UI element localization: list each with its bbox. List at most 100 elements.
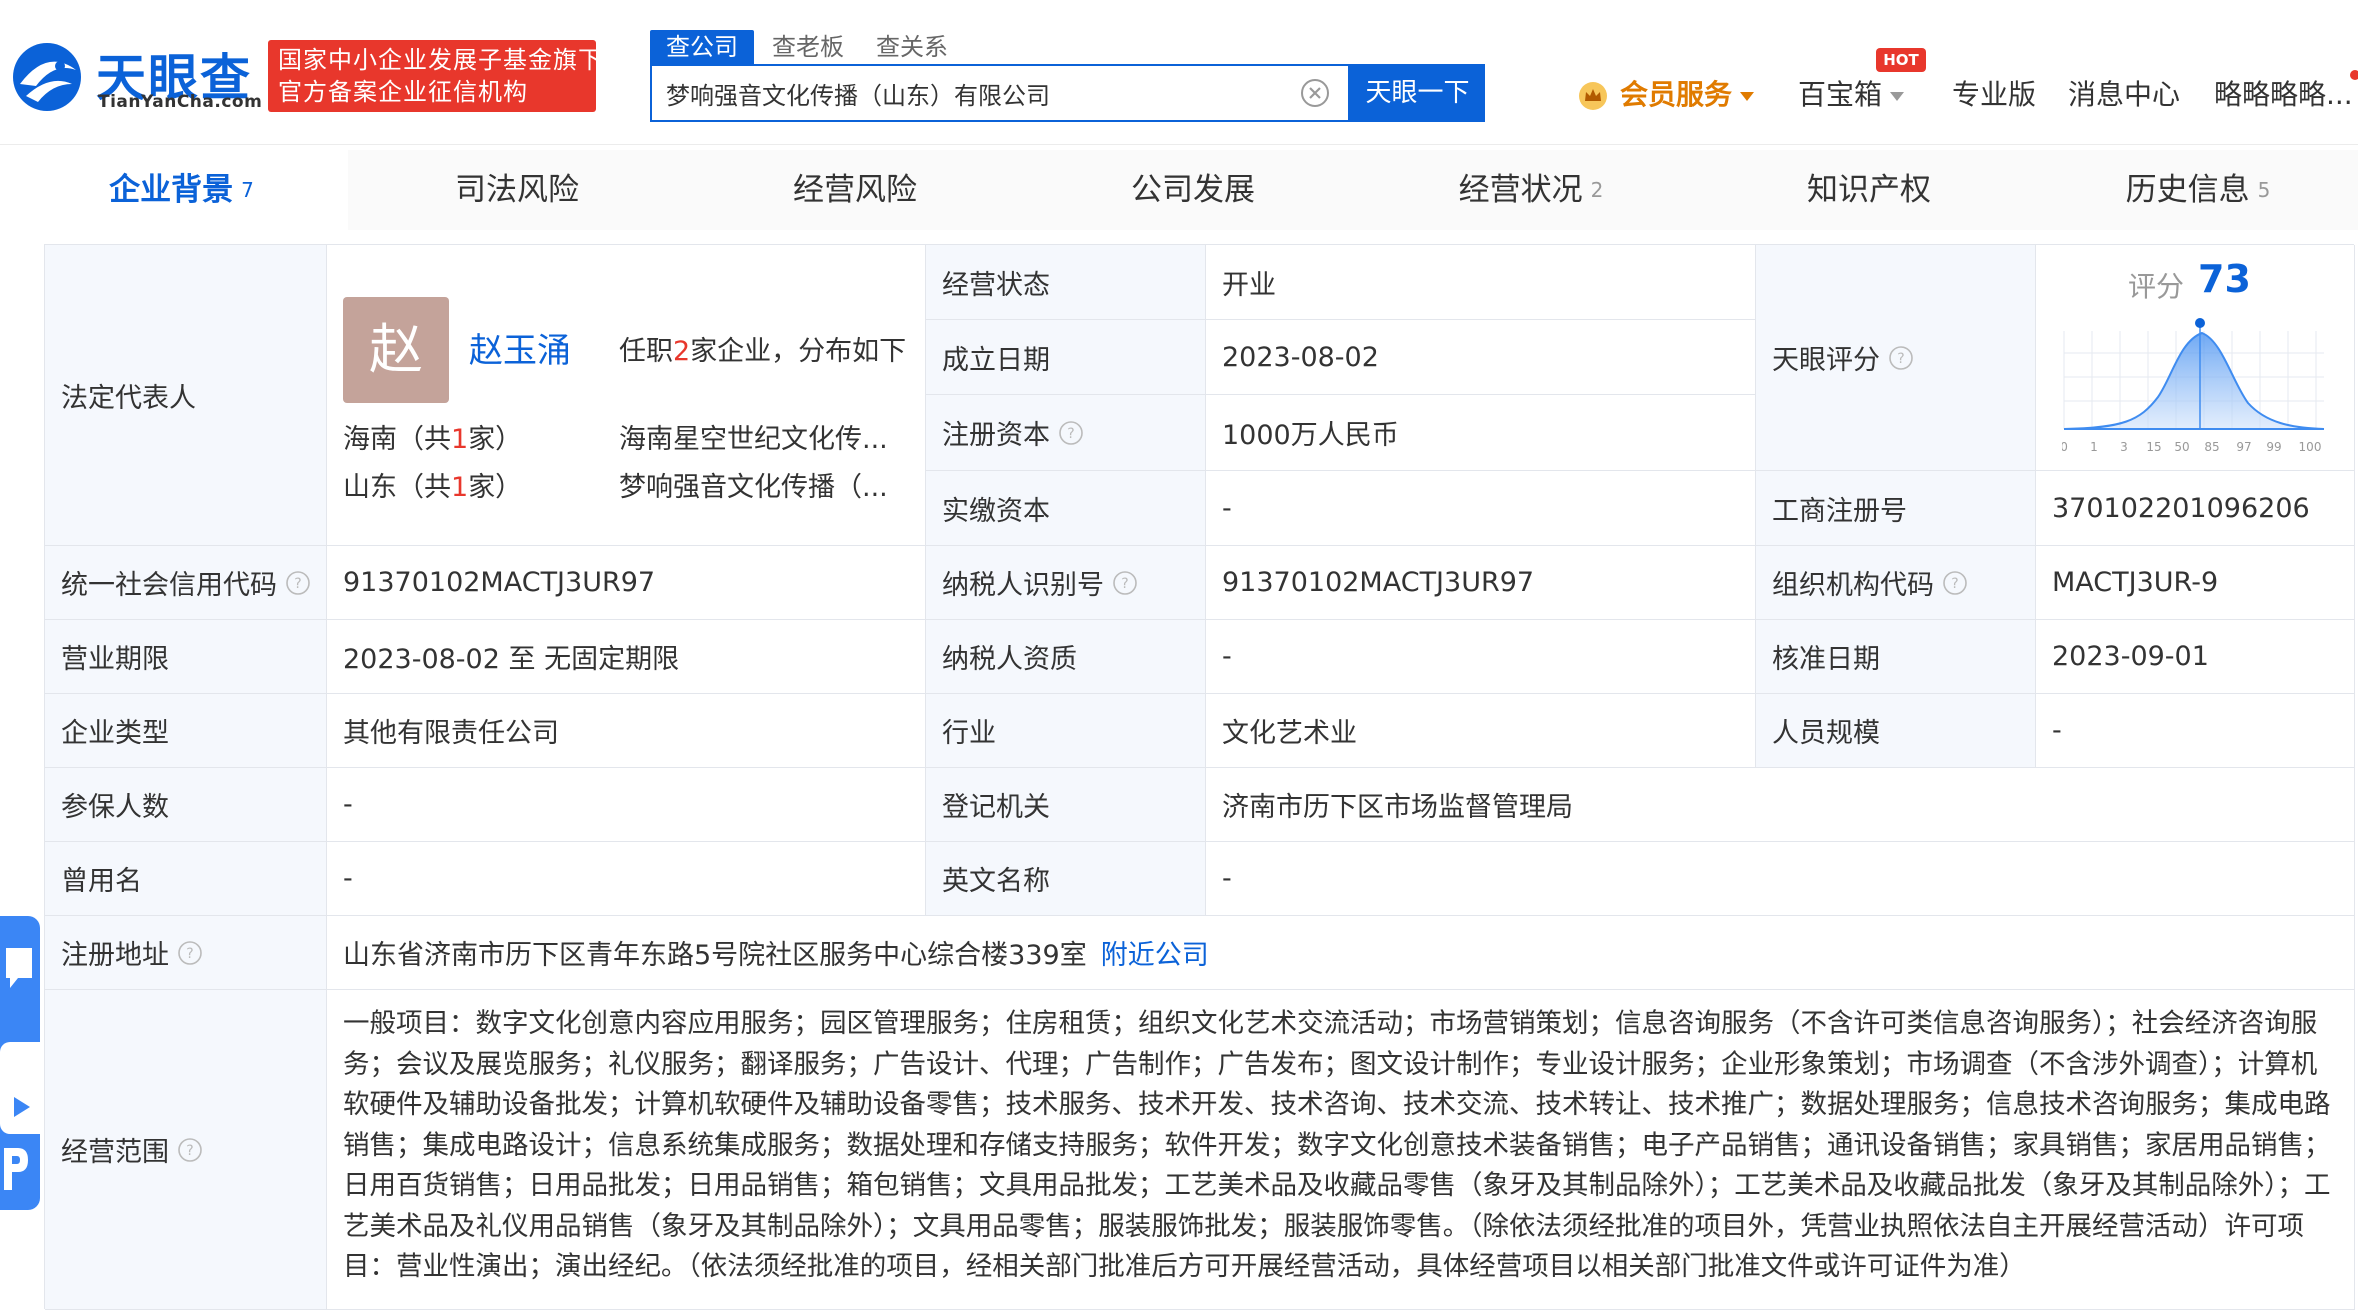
note-prefix: 任职 [619,336,673,367]
badge-line-1: 国家中小企业发展子基金旗下 [278,46,603,74]
help-icon[interactable]: ? [285,570,311,596]
tab-history-info[interactable]: 历史信息 5 [2038,150,2358,230]
capital-label-cell: 注册资本? [926,395,1206,471]
former-name-label: 曾用名 [45,842,327,916]
reg-no-label: 工商注册号 [1756,471,2036,546]
tab-label: 历史信息 [2125,172,2250,208]
tab-operation-status[interactable]: 经营状况 2 [1362,150,1700,230]
avatar[interactable]: 赵 [343,297,449,403]
scope-label: 经营范围 [61,1137,169,1168]
tab-label: 经营状况 [1458,172,1583,208]
tab-operation-risk[interactable]: 经营风险 [686,150,1024,230]
score-tick: 15 [2146,440,2161,454]
help-icon[interactable]: ? [1058,420,1084,446]
business-term-label: 营业期限 [45,620,327,694]
tab-enterprise-background[interactable]: 企业背景 7 [15,150,348,230]
search-tab-boss[interactable]: 查老板 [772,30,844,64]
help-icon[interactable]: ? [177,1137,203,1163]
message-center-link[interactable]: 消息中心 [2068,70,2180,120]
note-suffix: 家企业，分布如下 [690,336,907,367]
treasure-box-label: 百宝箱 [1798,78,1883,111]
credit-code-label: 统一社会信用代码 [61,570,277,601]
company-type-label: 企业类型 [45,694,327,768]
score-label-cell: 天眼评分? [1756,245,2036,471]
logo-domain: TianYanCha.com [98,92,263,112]
region-hainan: 海南（共1家） [343,417,522,456]
score-distribution-chart: 0 1 3 15 50 85 97 99 100 [2062,318,2325,454]
english-name-value: - [1206,842,2355,916]
tab-label: 企业背景 [109,172,234,208]
company-link[interactable]: 海南星空世纪文化传... [619,417,888,456]
tab-count: 7 [241,178,254,202]
region-shandong: 山东（共1家） [343,465,522,504]
score-value: 73 [2198,257,2251,301]
chevron-down-icon [1740,91,1755,101]
legal-rep-summary: 任职2家企业，分布如下 [619,329,906,368]
insured-value: - [327,768,926,842]
svg-text:?: ? [1121,576,1128,592]
notification-dot [2350,70,2358,80]
search-tab-company[interactable]: 查公司 [650,30,754,72]
paid-capital-value: - [1206,471,1756,546]
score-tick: 1 [2090,440,2098,454]
play-icon [14,1097,30,1117]
pro-version-link[interactable]: 专业版 [1952,70,2036,120]
org-code-label-cell: 组织机构代码? [1756,546,2036,620]
authority-value: 济南市历下区市场监督管理局 [1206,768,2355,842]
badge-line-2: 官方备案企业征信机构 [278,78,528,106]
org-code-value: MACTJ3UR-9 [2036,546,2355,620]
svg-text:?: ? [294,576,301,592]
floating-service-widget[interactable] [0,916,40,1210]
score-tick: 85 [2204,440,2219,454]
legal-rep-cell: 赵 赵玉涌 任职2家企业，分布如下 海南（共1家） 海南星空世纪文化传... 山… [327,245,926,546]
svg-text:?: ? [186,1143,193,1159]
search-input[interactable] [666,66,1286,120]
treasure-box-menu[interactable]: 百宝箱 [1798,70,1905,120]
help-icon[interactable]: ? [1112,570,1138,596]
industry-value: 文化艺术业 [1206,694,1756,768]
help-icon[interactable]: ? [177,940,203,966]
address-cell: 山东省济南市历下区青年东路5号院社区服务中心综合楼339室 附近公司 [327,916,2355,990]
region-name: 山东（共 [343,472,451,503]
nearby-company-link[interactable]: 附近公司 [1101,933,1209,972]
credit-code-label-cell: 统一社会信用代码? [45,546,327,620]
tab-label: 经营风险 [793,172,917,208]
reg-no-value: 370102201096206 [2036,471,2355,546]
capital-value: 1000万人民币 [1206,395,1756,471]
search-button[interactable]: 天眼一下 [1350,64,1485,122]
tab-company-development[interactable]: 公司发展 [1024,150,1362,230]
tianyancha-logo[interactable]: 天眼查 TianYanCha.com [10,38,262,118]
svg-text:?: ? [1067,426,1074,442]
taxpayer-qual-value: - [1206,620,1756,694]
score-tick: 50 [2174,440,2189,454]
score-panel[interactable]: 评分 73 0 1 3 15 [2036,245,2355,471]
tab-judicial-risk[interactable]: 司法风险 [348,150,686,230]
staff-size-label: 人员规模 [1756,694,2036,768]
help-icon[interactable]: ? [1888,345,1914,371]
logo-eye-icon [13,43,81,111]
address-label: 注册地址 [61,940,169,971]
scope-label-cell: 经营范围? [45,990,327,1310]
legal-rep-name-link[interactable]: 赵玉涌 [469,323,571,372]
vip-crown-icon [1579,82,1607,110]
credit-code-value: 91370102MACTJ3UR97 [327,546,926,620]
tab-count: 5 [2257,178,2271,202]
svg-text:?: ? [1951,576,1958,592]
english-name-label: 英文名称 [926,842,1206,916]
tab-intellectual-property[interactable]: 知识产权 [1700,150,2038,230]
search-tab-relation[interactable]: 查关系 [876,30,948,64]
former-name-value: - [327,842,926,916]
user-menu[interactable]: 略略略略... [2214,70,2353,120]
vip-service-menu[interactable]: 会员服务 [1620,70,1755,120]
top-header: 天眼查 TianYanCha.com 国家中小企业发展子基金旗下 官方备案企业征… [0,0,2358,145]
address-label-cell: 注册地址? [45,916,327,990]
vip-service-label: 会员服务 [1620,78,1733,111]
company-link[interactable]: 梦响强音文化传播（... [619,465,888,504]
tax-id-value: 91370102MACTJ3UR97 [1206,546,1756,620]
business-term-value: 2023-08-02 至 无固定期限 [327,620,926,694]
authority-label: 登记机关 [926,768,1206,842]
help-icon[interactable]: ? [1942,570,1968,596]
founded-label: 成立日期 [926,320,1206,395]
region-suffix: 家） [468,424,523,455]
clear-icon[interactable] [1300,78,1330,108]
